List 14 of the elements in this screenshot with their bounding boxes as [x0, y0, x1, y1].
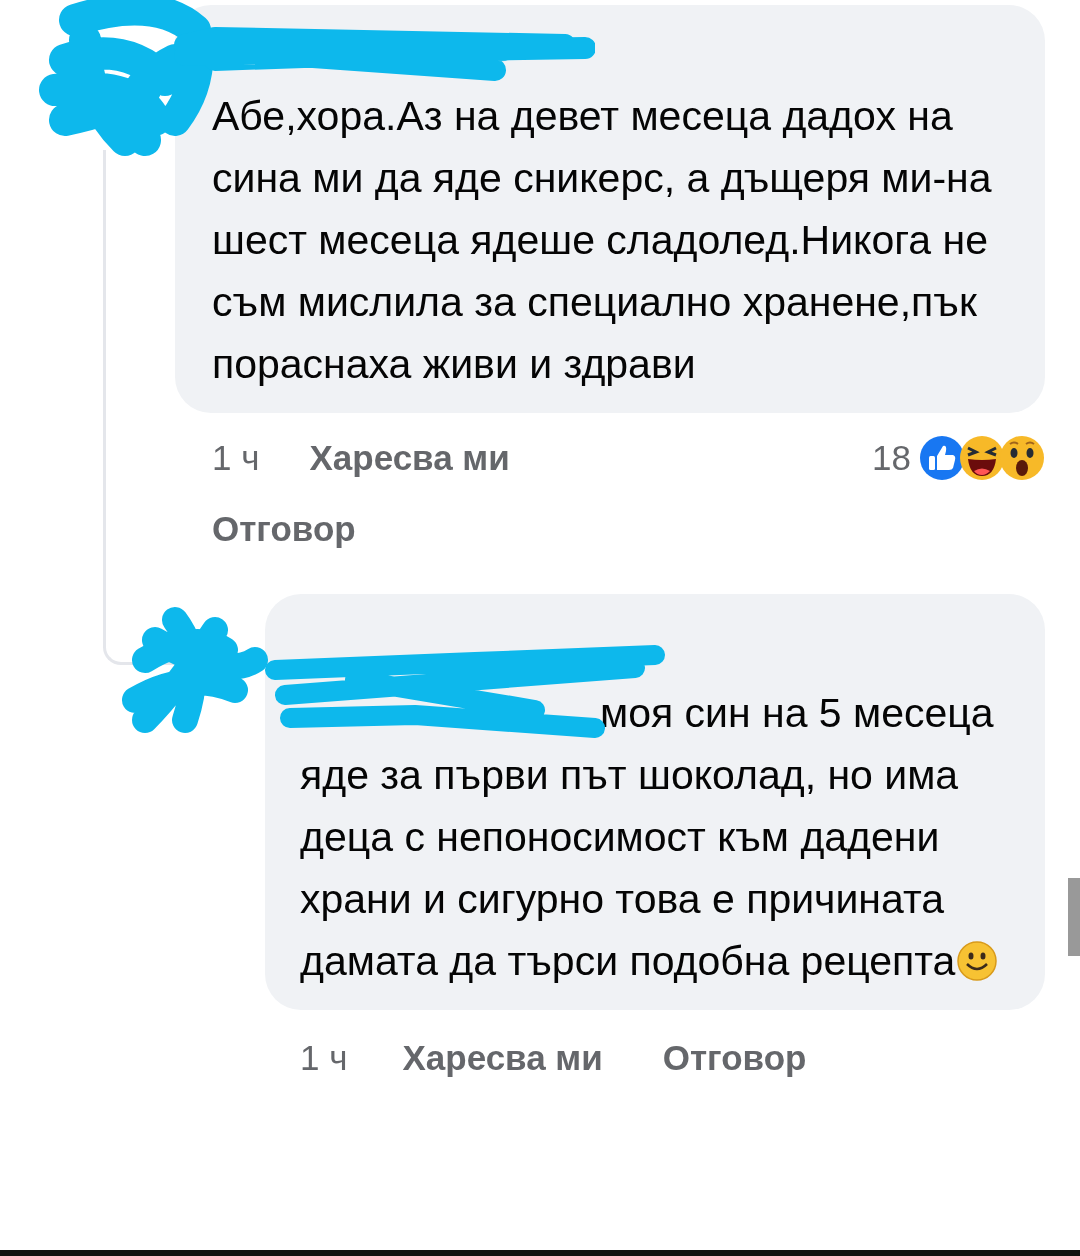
- reaction-count: 18: [872, 438, 911, 478]
- thumbs-up-icon: [919, 435, 965, 481]
- like-button[interactable]: Харесва ми: [402, 1038, 603, 1078]
- laughing-face-icon: [959, 435, 1005, 481]
- reply-text: моя син на 5 месеца яде за първи път шоколад, но има деца с непоносимост към дадени храни и сигурно това е причината дамата да търси подобна рецепта: [300, 682, 1015, 992]
- comment-text: Абе,хора.Аз на девет месеца дадох на сина ми да яде сникерс, а дъщеря ми-на шест месеца ядеше сладолед.Никога не съм мислила за специално хранене,пък пораснаха живи и здрави: [212, 92, 993, 389]
- reply-time: 1 ч: [300, 1038, 348, 1078]
- reply-button[interactable]: Отговор: [662, 1038, 807, 1078]
- reactions-summary[interactable]: 18: [872, 435, 1045, 481]
- like-button[interactable]: Харесва ми: [309, 438, 510, 478]
- comment-time: 1 ч: [212, 438, 260, 478]
- smiling-face-icon: [957, 941, 998, 981]
- reply-button[interactable]: Отговор: [212, 509, 356, 549]
- surprised-face-icon: [999, 435, 1045, 481]
